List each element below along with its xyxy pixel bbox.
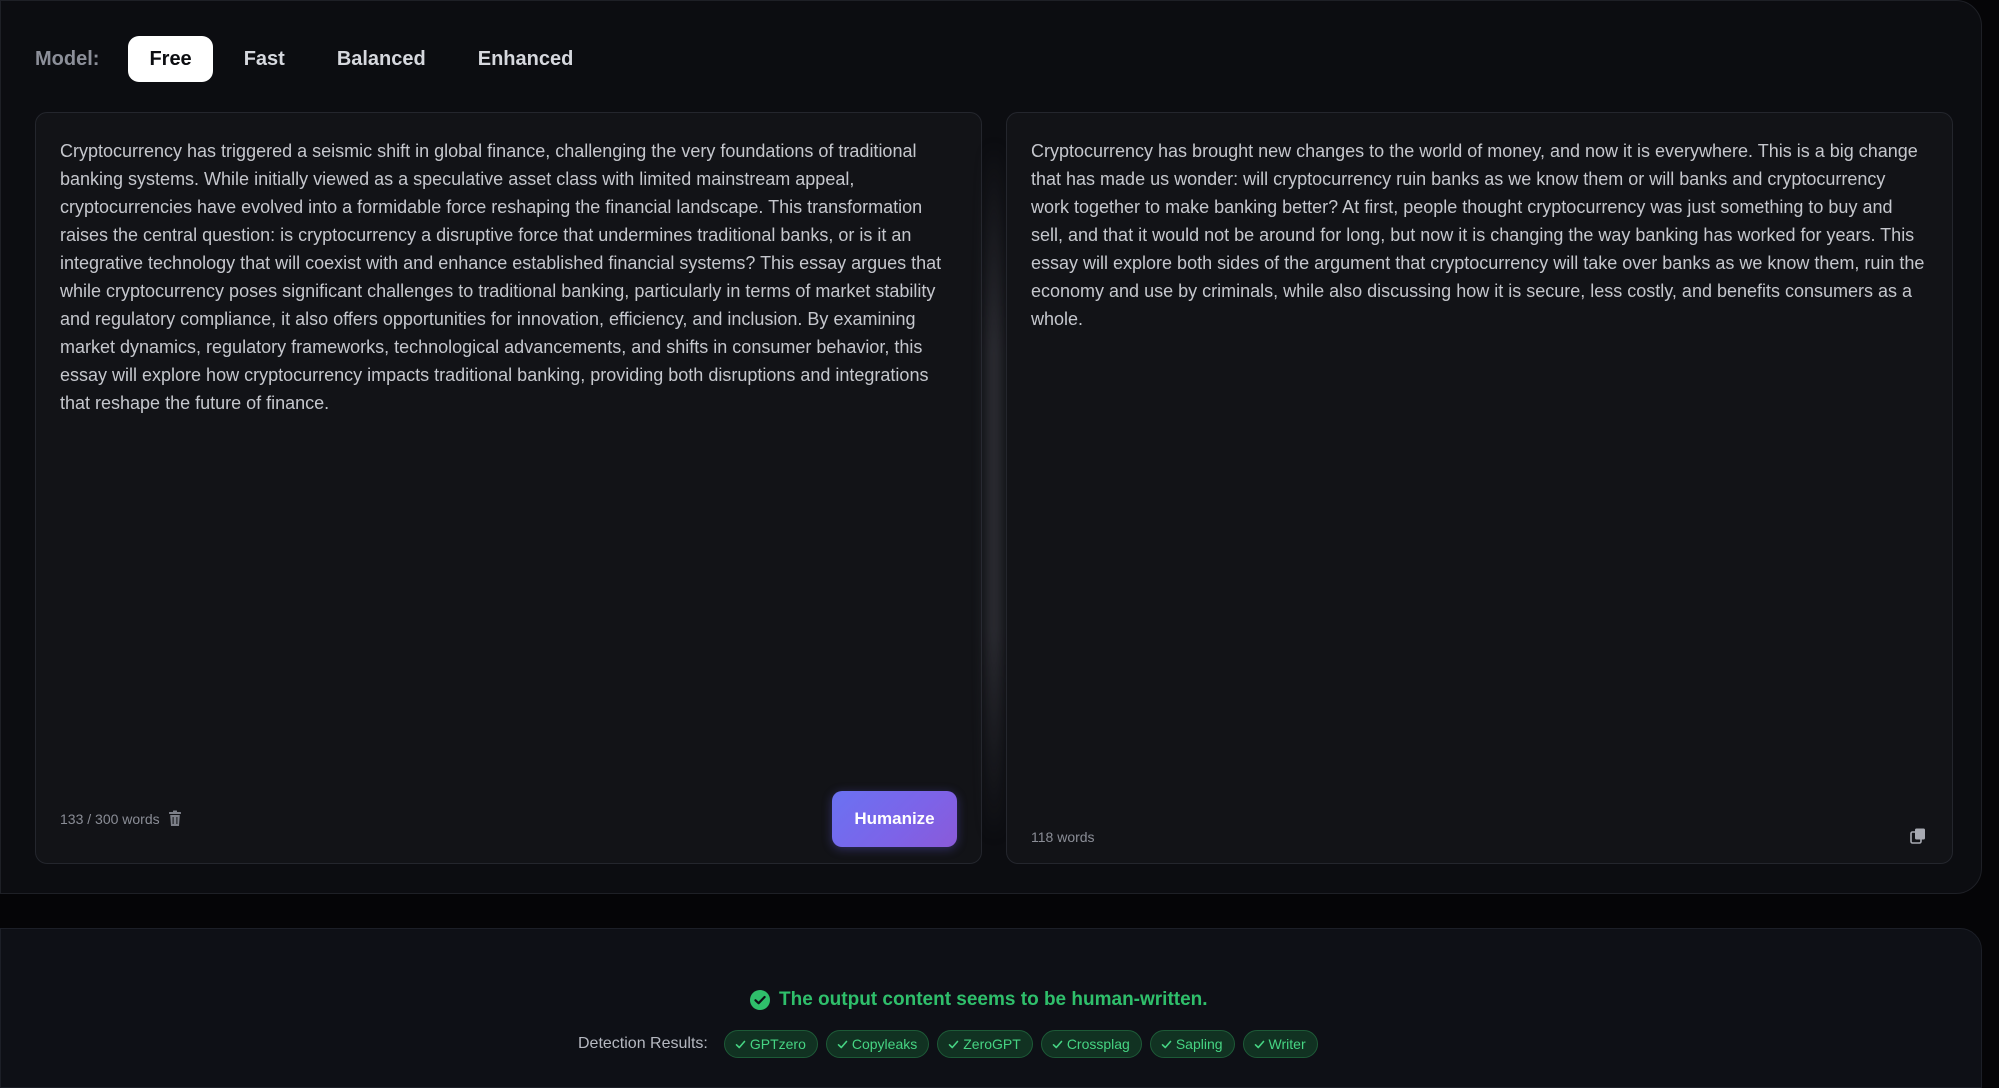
check-circle-icon: [750, 990, 770, 1010]
detector-badge-zerogpt: ZeroGPT: [937, 1030, 1033, 1058]
detector-name: Sapling: [1175, 1036, 1223, 1052]
model-tab-enhanced[interactable]: Enhanced: [457, 36, 595, 82]
model-tab-balanced[interactable]: Balanced: [316, 36, 447, 82]
detection-results: Detection Results: GPTzero Copyleaks Zer…: [578, 1030, 1326, 1058]
status-message: The output content seems to be human-wri…: [749, 989, 1208, 1011]
model-label: Model:: [35, 47, 100, 70]
model-selector: Model: Free Fast Balanced Enhanced: [35, 36, 604, 82]
output-word-count-text: 118 words: [1031, 829, 1095, 845]
check-icon: [837, 1040, 848, 1048]
model-tab-free[interactable]: Free: [128, 36, 213, 82]
detector-badge-copyleaks: Copyleaks: [825, 1030, 930, 1058]
output-panel: Cryptocurrency has brought new changes t…: [1006, 112, 1953, 864]
input-text[interactable]: Cryptocurrency has triggered a seismic s…: [60, 137, 960, 417]
detection-label: Detection Results:: [578, 1035, 708, 1052]
check-icon: [735, 1040, 746, 1048]
humanizer-card: Model: Free Fast Balanced Enhanced Crypt…: [0, 0, 1982, 894]
check-icon: [1161, 1040, 1172, 1048]
detector-badge-writer: Writer: [1242, 1030, 1318, 1058]
detector-name: GPTzero: [749, 1036, 806, 1052]
copy-icon[interactable]: [1909, 827, 1927, 845]
detector-name: Writer: [1268, 1036, 1306, 1052]
check-icon: [948, 1040, 959, 1048]
input-word-count: 133 / 300 words: [60, 810, 182, 827]
input-panel[interactable]: Cryptocurrency has triggered a seismic s…: [35, 112, 982, 864]
status-text: The output content seems to be human-wri…: [779, 989, 1208, 1010]
detection-results-card: The output content seems to be human-wri…: [0, 928, 1982, 1088]
detector-name: Crossplag: [1066, 1036, 1130, 1052]
output-word-count: 118 words: [1031, 829, 1095, 845]
detector-badge-crossplag: Crossplag: [1040, 1030, 1142, 1058]
output-text: Cryptocurrency has brought new changes t…: [1031, 141, 1925, 329]
detector-badge-gptzero: GPTzero: [723, 1030, 818, 1058]
trash-icon[interactable]: [168, 810, 182, 827]
check-icon: [1254, 1040, 1264, 1048]
humanize-button[interactable]: Humanize: [832, 791, 957, 847]
detector-badge-sapling: Sapling: [1149, 1030, 1235, 1058]
detector-name: Copyleaks: [851, 1036, 918, 1052]
check-icon: [1052, 1040, 1063, 1048]
input-word-count-text: 133 / 300 words: [60, 810, 160, 827]
model-tab-fast[interactable]: Fast: [223, 36, 306, 82]
panel-divider: [985, 141, 1003, 841]
detector-name: ZeroGPT: [963, 1036, 1021, 1052]
